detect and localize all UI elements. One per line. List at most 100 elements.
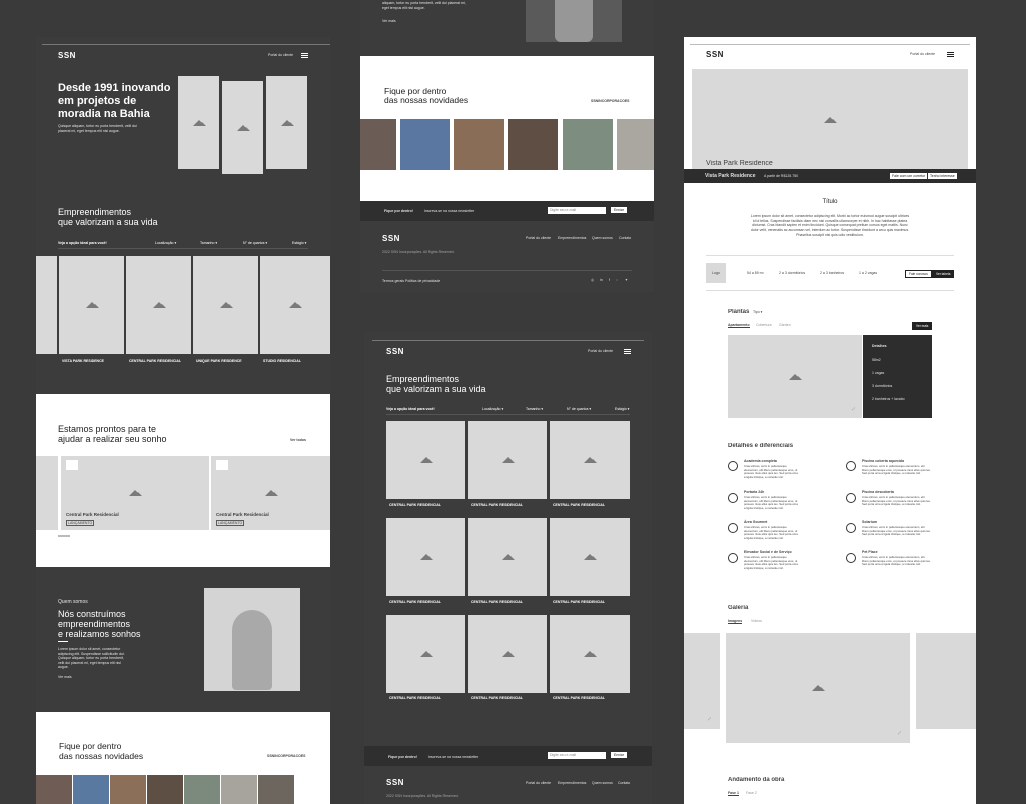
instagram-alt-icon[interactable]: ◌ xyxy=(616,278,618,282)
listing-filter-size[interactable]: Tamanho ▾ xyxy=(526,407,543,411)
hero-title-line3: moradia na Bahia xyxy=(58,108,150,120)
emp-card-2[interactable] xyxy=(126,256,191,354)
brand-logo-4[interactable]: SSN xyxy=(706,50,724,59)
instagram-handle[interactable]: SSNINCORPORACOES xyxy=(267,754,306,758)
filter-location[interactable]: Localização ▾ xyxy=(155,241,176,245)
plantas-tab-garden[interactable]: Garden xyxy=(779,323,791,327)
listing-card-9[interactable] xyxy=(550,615,630,693)
footer-privacy[interactable]: Política de privacidade xyxy=(405,279,440,283)
listing-filter-location[interactable]: Localização ▾ xyxy=(482,407,503,411)
newsletter3-email-input[interactable]: Digite seu e-mail xyxy=(548,752,606,759)
menu-icon-3[interactable] xyxy=(624,349,631,354)
expand-icon[interactable]: ⤢ xyxy=(708,717,711,721)
news-photo-3[interactable] xyxy=(110,775,146,804)
menu-icon-4[interactable] xyxy=(947,52,954,57)
brand-logo-3[interactable]: SSN xyxy=(386,347,404,356)
plantas-tab-apartment[interactable]: Apartamento xyxy=(728,323,750,328)
plantas-type-select[interactable]: Tipo ▾ xyxy=(753,310,762,314)
menu-icon[interactable] xyxy=(301,53,308,58)
plantas-more-button[interactable]: Ver mais xyxy=(912,322,933,330)
news2-photo-6[interactable] xyxy=(617,119,654,170)
plantas-tab-cobertura[interactable]: Cobertura xyxy=(756,323,772,327)
emp-card-prev[interactable] xyxy=(36,256,57,354)
twitter-icon[interactable]: ✦ xyxy=(625,278,628,282)
newsletter-email-input[interactable]: Digite seu e-mail xyxy=(548,207,606,214)
footer3-logo[interactable]: SSN xyxy=(386,778,404,787)
portal-link-3[interactable]: Portal do cliente xyxy=(588,349,613,353)
listing-card-5[interactable] xyxy=(468,518,547,596)
listing-card-7[interactable] xyxy=(386,615,465,693)
footer-link-emp[interactable]: Empreendimentos xyxy=(558,236,586,240)
footer3-link-about[interactable]: Quem somos xyxy=(592,781,613,785)
listing-card-4[interactable] xyxy=(386,518,465,596)
emp-card-1[interactable] xyxy=(59,256,124,354)
listing-card-6[interactable] xyxy=(550,518,630,596)
ready-card-1[interactable] xyxy=(61,456,209,530)
listing-card-2[interactable] xyxy=(468,421,547,499)
listing-filter-stage[interactable]: Estágio ▾ xyxy=(615,407,629,411)
news-photo-7[interactable] xyxy=(258,775,294,804)
news2-photo-5[interactable] xyxy=(563,119,613,170)
news-photo-5[interactable] xyxy=(184,775,220,804)
newsletter-submit-button[interactable]: Enviar xyxy=(611,207,627,213)
about-more-link[interactable]: Ver mais xyxy=(58,675,72,679)
carousel-dots[interactable] xyxy=(58,535,70,537)
footer-logo[interactable]: SSN xyxy=(382,234,400,243)
footer3-link-portal[interactable]: Portal do cliente xyxy=(526,781,551,785)
filter-stage[interactable]: Estágio ▾ xyxy=(292,241,306,245)
interest-button[interactable]: Tenho interesse xyxy=(928,173,957,179)
portal-link-4[interactable]: Portal do cliente xyxy=(910,52,935,56)
ready-card-prev[interactable] xyxy=(36,456,58,530)
phase-tab-1[interactable]: Fase 1 xyxy=(728,791,739,796)
footer3-link-emp[interactable]: Empreendimentos xyxy=(558,781,586,785)
news2-photo-4[interactable] xyxy=(508,119,558,170)
gallery-image-prev[interactable] xyxy=(684,633,720,729)
news2-photo-2[interactable] xyxy=(400,119,450,170)
footer-link-contact[interactable]: Contato xyxy=(619,236,631,240)
expand-icon[interactable]: ⤢ xyxy=(852,407,855,411)
spec-table-button[interactable]: Ver tabela xyxy=(932,270,955,278)
see-all-link[interactable]: Ver todos xyxy=(290,438,306,442)
news-photo-1[interactable] xyxy=(36,775,72,804)
phase-tab-2[interactable]: Fase 2 xyxy=(746,791,757,795)
listing-filter-rooms[interactable]: N° de quartos ▾ xyxy=(567,407,591,411)
instagram-icon[interactable]: ◎ xyxy=(591,278,594,282)
footer3-link-contact[interactable]: Contato xyxy=(618,781,630,785)
listing-card-1[interactable] xyxy=(386,421,465,499)
news-photo-4[interactable] xyxy=(147,775,183,804)
gallery-image-main[interactable] xyxy=(726,633,910,743)
instagram-handle-2[interactable]: SSNINCORPORACOES xyxy=(591,99,630,103)
news-photo-6[interactable] xyxy=(221,775,257,804)
emp-card-3[interactable] xyxy=(193,256,258,354)
portal-link[interactable]: Portal do cliente xyxy=(268,53,293,57)
news2-photo-3[interactable] xyxy=(454,119,504,170)
listing-card-3[interactable] xyxy=(550,421,630,499)
newsletter3-submit-button[interactable]: Enviar xyxy=(611,752,627,758)
contact-broker-button[interactable]: Fale com um corretor xyxy=(890,173,928,179)
emp-card-4[interactable] xyxy=(260,256,330,354)
facebook-icon[interactable]: f xyxy=(609,278,610,282)
news2-photo-1[interactable] xyxy=(360,119,396,170)
listing-card-8[interactable] xyxy=(468,615,547,693)
gallery-tab-videos[interactable]: Vídeos xyxy=(751,619,762,623)
filter-size[interactable]: Tamanho ▾ xyxy=(200,241,217,245)
expand-icon[interactable]: ⤢ xyxy=(898,731,901,735)
filter-rooms[interactable]: N° de quartos ▾ xyxy=(243,241,267,245)
linkedin-icon[interactable]: in xyxy=(600,278,603,282)
footer-link-portal[interactable]: Portal do cliente xyxy=(526,236,551,240)
brand-logo[interactable]: SSN xyxy=(58,51,76,60)
gallery-image-next[interactable] xyxy=(916,633,976,729)
spec-contact-button[interactable]: Fale conosco xyxy=(905,270,932,278)
plantas-image[interactable] xyxy=(728,335,862,418)
footer-terms[interactable]: Termos gerais xyxy=(382,279,404,283)
top-fragment-more[interactable]: Ver mais xyxy=(382,19,396,23)
ready-card-2[interactable] xyxy=(211,456,330,530)
footer-link-about[interactable]: Quem somos xyxy=(592,236,613,240)
gallery-tab-images[interactable]: Imagens xyxy=(728,619,743,624)
image-placeholder-icon xyxy=(501,457,515,463)
image-placeholder-icon xyxy=(219,302,233,308)
person-silhouette-top xyxy=(526,0,622,42)
news-photo-2[interactable] xyxy=(73,775,109,804)
feature-icon xyxy=(728,523,738,533)
construction-title: Andamento da obra xyxy=(728,777,785,783)
